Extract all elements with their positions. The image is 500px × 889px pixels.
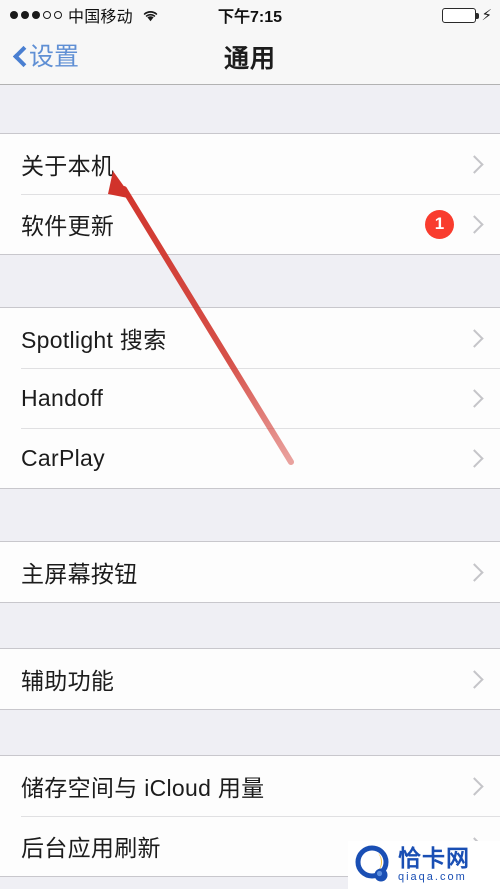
watermark-brand-cn: 恰卡网 (398, 845, 470, 871)
settings-section-4: 辅助功能 (0, 648, 500, 710)
row-label: 主屏幕按钮 (21, 561, 138, 587)
row-accessibility[interactable]: 辅助功能 (0, 649, 500, 709)
status-bar-time: 下午7:15 (217, 9, 283, 26)
row-accessory: 1 (425, 209, 480, 239)
row-accessory (468, 154, 480, 174)
navigation-bar: 设置 通用 (0, 30, 500, 85)
section-gap (0, 86, 500, 133)
chevron-right-icon (468, 448, 480, 468)
row-accessory (468, 669, 480, 689)
row-carplay[interactable]: CarPlay (0, 428, 500, 488)
row-accessory (468, 562, 480, 582)
row-handoff[interactable]: Handoff (0, 368, 500, 428)
section-gap (0, 255, 500, 307)
chevron-right-icon (468, 388, 480, 408)
row-accessory (468, 776, 480, 796)
row-accessory (468, 448, 480, 468)
chevron-right-icon (468, 562, 480, 582)
row-label: 储存空间与 iCloud 用量 (21, 775, 265, 801)
section-gap (0, 603, 500, 648)
status-bar: 中国移动 下午7:15 ⚡ (0, 0, 500, 30)
phone-screen: 中国移动 下午7:15 ⚡ 设置 通用 关于本机 软件更新 1 Spotligh… (0, 0, 500, 889)
battery-icon (442, 7, 480, 23)
row-about[interactable]: 关于本机 (0, 134, 500, 194)
section-gap (0, 489, 500, 541)
row-accessory (468, 388, 480, 408)
row-accessory (468, 328, 480, 348)
chevron-right-icon (468, 328, 480, 348)
settings-section-3: 主屏幕按钮 (0, 541, 500, 603)
row-software-update[interactable]: 软件更新 1 (0, 194, 500, 254)
row-storage-icloud-usage[interactable]: 储存空间与 iCloud 用量 (0, 756, 500, 816)
row-label: 软件更新 (21, 213, 115, 239)
row-label: Spotlight 搜索 (21, 327, 167, 353)
chevron-right-icon (468, 776, 480, 796)
qiaqa-circle-logo-icon (355, 845, 389, 882)
row-label: 辅助功能 (21, 668, 115, 694)
settings-section-2: Spotlight 搜索 Handoff CarPlay (0, 307, 500, 489)
watermark: 恰卡网 qiaqa.com (348, 841, 500, 889)
row-spotlight-search[interactable]: Spotlight 搜索 (0, 308, 500, 368)
status-bar-right: ⚡ (442, 6, 492, 24)
row-label: CarPlay (21, 444, 105, 471)
row-label: Handoff (21, 384, 104, 411)
watermark-text: 恰卡网 qiaqa.com (398, 847, 470, 883)
chevron-right-icon (468, 214, 480, 234)
row-label: 关于本机 (21, 153, 115, 179)
section-gap (0, 710, 500, 755)
settings-list: 关于本机 软件更新 1 Spotlight 搜索 Handoff CarPlay… (0, 86, 500, 889)
page-title: 通用 (223, 45, 276, 73)
chevron-right-icon (468, 669, 480, 689)
row-home-button[interactable]: 主屏幕按钮 (0, 542, 500, 602)
chevron-right-icon (468, 154, 480, 174)
watermark-brand-en: qiaqa.com (398, 871, 467, 883)
status-badge: 1 (425, 209, 454, 239)
settings-section-1: 关于本机 软件更新 1 (0, 133, 500, 255)
lightning-bolt-icon: ⚡ (481, 6, 492, 24)
